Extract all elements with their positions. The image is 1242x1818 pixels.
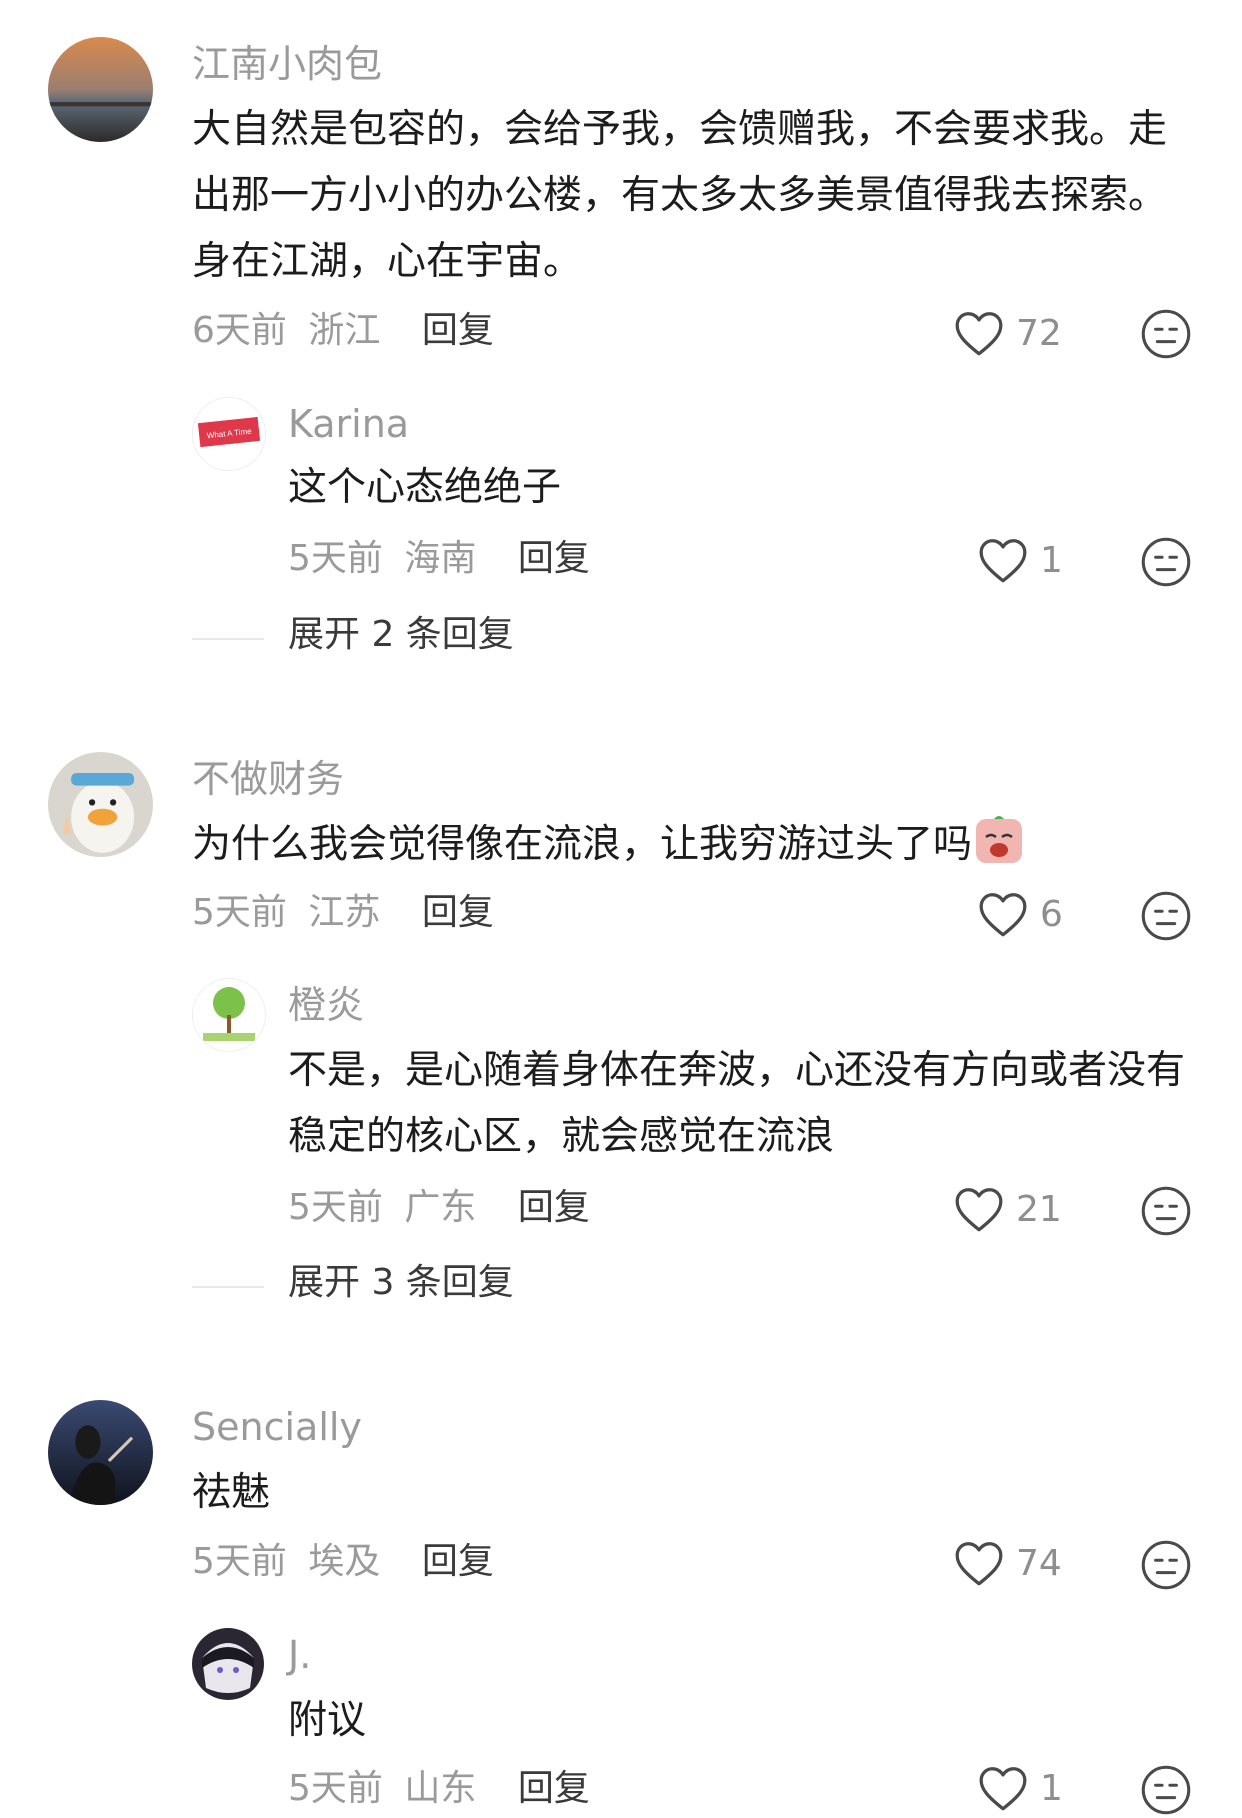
- avatar[interactable]: [48, 752, 153, 857]
- comment-meta: 5天前 江苏 回复: [192, 892, 494, 934]
- comment-time: 5天前: [192, 892, 287, 933]
- avatar-anime-image: [192, 1628, 264, 1700]
- avatar[interactable]: [192, 978, 266, 1052]
- dislike-button[interactable]: [1140, 1764, 1192, 1816]
- avatar[interactable]: [192, 1628, 264, 1700]
- like-count: 74: [1016, 1542, 1062, 1584]
- neutral-face-icon: [1141, 1765, 1191, 1815]
- comment-author[interactable]: 不做财务: [192, 757, 344, 801]
- comment-text: 大自然是包容的，会给予我，会馈赠我，不会要求我。走出那一方小小的办公楼，有太多太…: [192, 107, 1168, 284]
- comment-text-content: 为什么我会觉得像在流浪，让我穷游过头了吗: [192, 822, 973, 867]
- like-count: 21: [1016, 1188, 1062, 1230]
- like-button[interactable]: 72: [952, 303, 1062, 363]
- heart-outline-icon: [955, 1542, 1003, 1586]
- comment-meta: 6天前 浙江 回复: [192, 310, 494, 352]
- heart-outline-icon: [955, 312, 1003, 356]
- comment-time: 5天前: [288, 538, 383, 579]
- reply-button[interactable]: 回复: [422, 892, 494, 933]
- heart-outline-icon: [979, 1767, 1027, 1811]
- comment-time: 5天前: [192, 1541, 287, 1582]
- heart-outline-icon: [979, 539, 1027, 583]
- comment-text: 祛魅: [192, 1470, 271, 1515]
- comment-author[interactable]: 橙炎: [288, 983, 364, 1027]
- reply-button[interactable]: 回复: [518, 1187, 590, 1228]
- comment-author[interactable]: J.: [288, 1633, 311, 1677]
- like-button[interactable]: 21: [952, 1179, 1062, 1239]
- dislike-button[interactable]: [1140, 890, 1192, 942]
- comment-time: 6天前: [192, 310, 287, 351]
- avatar-tree-image: [193, 979, 265, 1051]
- comment-location: 江苏: [308, 892, 381, 933]
- comment-location: 山东: [404, 1768, 477, 1809]
- avatar-night-portrait-image: [48, 1400, 153, 1505]
- like-button[interactable]: 74: [952, 1533, 1062, 1593]
- neutral-face-icon: [1141, 537, 1191, 587]
- dislike-button[interactable]: [1140, 536, 1192, 588]
- comment-author[interactable]: Karina: [288, 402, 409, 446]
- expand-divider: [192, 1286, 264, 1288]
- avatar-logo-image: What A Time: [193, 398, 265, 470]
- avatar[interactable]: [48, 37, 153, 142]
- comment-time: 5天前: [288, 1187, 383, 1228]
- reply-button[interactable]: 回复: [518, 538, 590, 579]
- comment-meta: 5天前 埃及 回复: [192, 1541, 494, 1583]
- avatar[interactable]: [48, 1400, 153, 1505]
- reply-button[interactable]: 回复: [422, 1541, 494, 1582]
- like-count: 1: [1040, 1767, 1063, 1809]
- avatar-sunset-image: [48, 37, 153, 142]
- dislike-button[interactable]: [1140, 1185, 1192, 1237]
- comment-meta: 5天前 广东 回复: [288, 1187, 590, 1229]
- heart-outline-icon: [955, 1188, 1003, 1232]
- expand-replies-button[interactable]: 展开 2 条回复: [288, 614, 514, 656]
- comment-text: 不是，是心随着身体在奔波，心还没有方向或者没有稳定的核心区，就会感觉在流浪: [288, 1048, 1186, 1159]
- expand-divider: [192, 638, 264, 640]
- dislike-button[interactable]: [1140, 308, 1192, 360]
- comment-location: 海南: [404, 538, 477, 579]
- comment-time: 5天前: [288, 1768, 383, 1809]
- neutral-face-icon: [1141, 1540, 1191, 1590]
- comment-text: 附议: [288, 1698, 367, 1743]
- reply-button[interactable]: 回复: [422, 310, 494, 351]
- comment-location: 广东: [404, 1187, 477, 1228]
- like-button[interactable]: 1: [976, 1758, 1063, 1818]
- heart-outline-icon: [979, 893, 1027, 937]
- like-count: 72: [1016, 312, 1062, 354]
- avatar-duck-image: [48, 752, 153, 857]
- comment-location: 浙江: [308, 310, 381, 351]
- comment-meta: 5天前 海南 回复: [288, 538, 590, 580]
- dislike-button[interactable]: [1140, 1539, 1192, 1591]
- like-count: 6: [1040, 893, 1063, 935]
- crying-emoji-icon: [974, 815, 1024, 865]
- comment-meta: 5天前 山东 回复: [288, 1768, 590, 1810]
- avatar[interactable]: What A Time: [192, 397, 266, 471]
- like-button[interactable]: 1: [976, 530, 1063, 590]
- comment-text: 为什么我会觉得像在流浪，让我穷游过头了吗: [192, 812, 1192, 878]
- neutral-face-icon: [1141, 309, 1191, 359]
- comment-author[interactable]: Sencially: [192, 1405, 362, 1449]
- comment-location: 埃及: [308, 1541, 381, 1582]
- neutral-face-icon: [1141, 891, 1191, 941]
- reply-button[interactable]: 回复: [518, 1768, 590, 1809]
- like-count: 1: [1040, 539, 1063, 581]
- neutral-face-icon: [1141, 1186, 1191, 1236]
- comment-author[interactable]: 江南小肉包: [192, 42, 382, 86]
- expand-replies-button[interactable]: 展开 3 条回复: [288, 1262, 514, 1304]
- comment-text: 这个心态绝绝子: [288, 465, 562, 510]
- like-button[interactable]: 6: [976, 884, 1063, 944]
